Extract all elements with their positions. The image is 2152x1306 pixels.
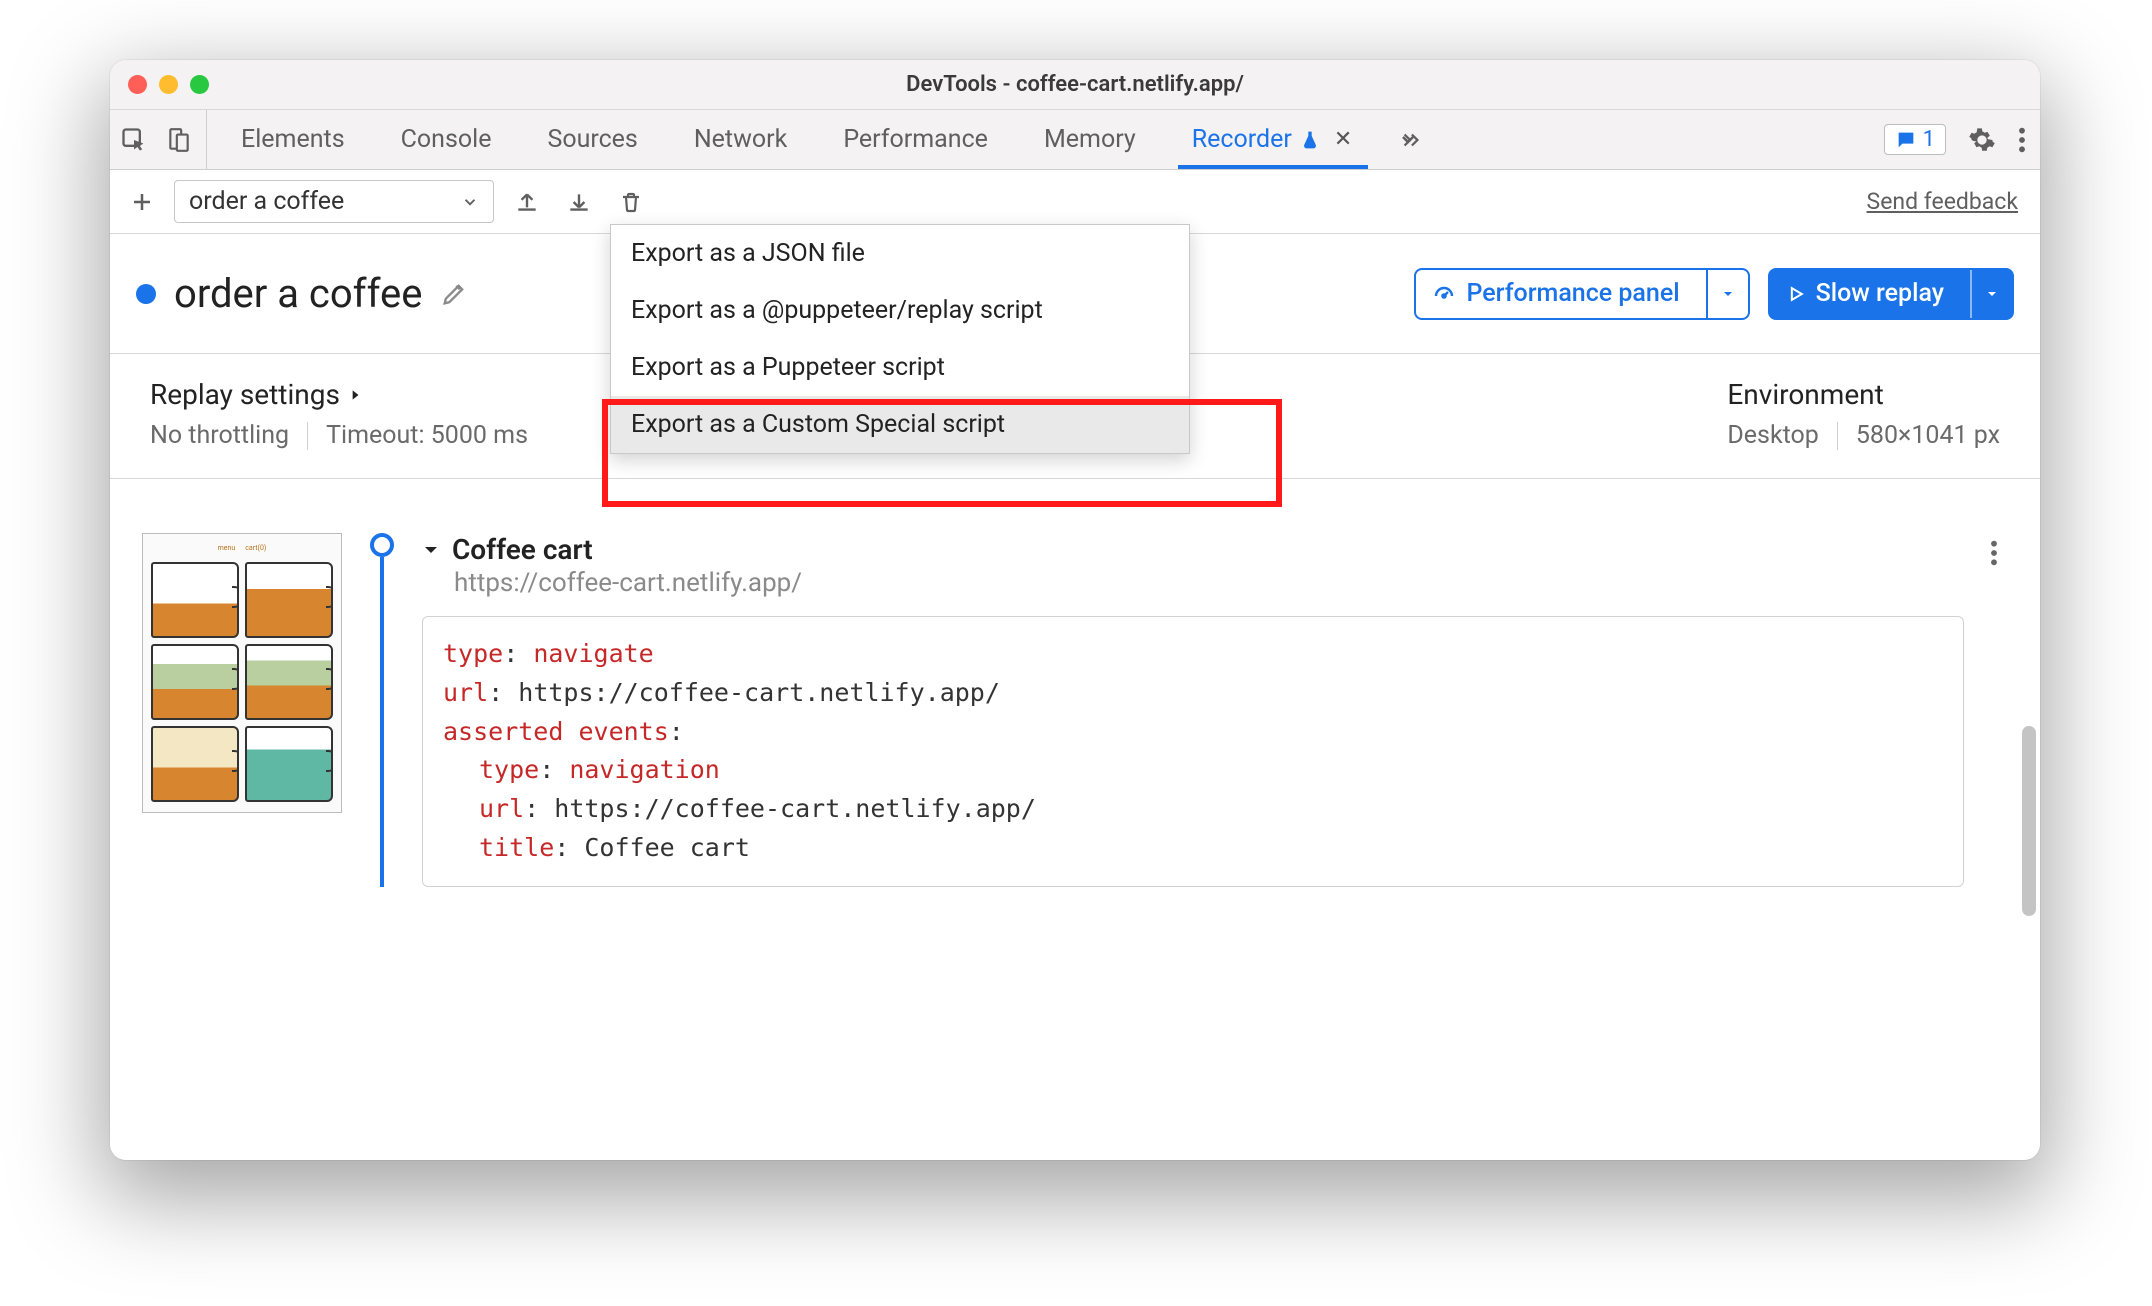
environment-title: Environment — [1727, 378, 2000, 411]
export-menu-item-puppeteer[interactable]: Export as a Puppeteer script — [611, 339, 1189, 396]
chevron-right-icon — [348, 386, 362, 404]
tab-memory[interactable]: Memory — [1016, 110, 1164, 169]
titlebar: DevTools - coffee-cart.netlify.app/ — [110, 60, 2040, 110]
export-menu-item-json[interactable]: Export as a JSON file — [611, 225, 1189, 282]
flask-icon — [1300, 129, 1320, 151]
slow-replay-button[interactable]: Slow replay — [1768, 268, 2014, 320]
issues-count: 1 — [1923, 127, 1935, 152]
slow-replay-caret[interactable] — [1970, 270, 2012, 318]
tab-recorder-label: Recorder — [1192, 125, 1292, 154]
divider — [1837, 422, 1838, 450]
send-feedback-link[interactable]: Send feedback — [1867, 188, 2018, 215]
kebab-icon[interactable] — [2018, 126, 2026, 154]
gauge-icon — [1432, 282, 1456, 306]
performance-panel-label: Performance panel — [1466, 279, 1679, 308]
throttle-value: No throttling — [150, 421, 289, 450]
recording-selector[interactable]: order a coffee — [174, 180, 494, 223]
chevron-down-icon — [461, 193, 479, 211]
timeout-value: Timeout: 5000 ms — [326, 421, 528, 450]
timeline — [366, 533, 398, 887]
step-details: type: navigate url: https://coffee-cart.… — [422, 616, 1964, 887]
tab-close-icon[interactable]: ✕ — [1334, 127, 1352, 152]
export-menu-item-puppeteer-replay[interactable]: Export as a @puppeteer/replay script — [611, 282, 1189, 339]
device-toggle-icon[interactable] — [166, 127, 192, 153]
step-menu-button[interactable] — [1990, 539, 1998, 567]
tab-console[interactable]: Console — [373, 110, 520, 169]
caret-down-icon — [422, 541, 440, 559]
window-maximize-button[interactable] — [190, 75, 209, 94]
inspect-icon[interactable] — [120, 126, 148, 154]
replay-settings-toggle[interactable]: Replay settings — [150, 378, 528, 411]
new-recording-button[interactable] — [124, 190, 160, 214]
more-tabs-button[interactable] — [1380, 110, 1438, 169]
import-button[interactable] — [508, 189, 546, 215]
edit-title-button[interactable] — [440, 280, 468, 308]
window-minimize-button[interactable] — [159, 75, 178, 94]
settings-icon[interactable] — [1968, 126, 1996, 154]
step-header[interactable]: Coffee cart — [422, 533, 1964, 566]
devtools-window: DevTools - coffee-cart.netlify.app/ Elem… — [110, 60, 2040, 1160]
issues-badge[interactable]: 1 — [1884, 124, 1946, 155]
recording-selector-label: order a coffee — [189, 187, 344, 216]
tab-performance[interactable]: Performance — [815, 110, 1016, 169]
device-value: Desktop — [1727, 421, 1818, 450]
step-thumbnail: menucart(0) — [142, 533, 342, 813]
tab-recorder[interactable]: Recorder ✕ — [1164, 110, 1381, 169]
scrollbar-thumb[interactable] — [2022, 726, 2036, 916]
export-button[interactable] — [560, 189, 598, 215]
slow-replay-label: Slow replay — [1816, 279, 1944, 308]
export-menu-item-custom[interactable]: Export as a Custom Special script — [611, 396, 1189, 453]
tab-network[interactable]: Network — [666, 110, 815, 169]
timeline-dot — [370, 533, 394, 557]
panel-tabstrip: Elements Console Sources Network Perform… — [110, 110, 2040, 170]
tab-sources[interactable]: Sources — [519, 110, 665, 169]
delete-button[interactable] — [612, 189, 650, 215]
window-close-button[interactable] — [128, 75, 147, 94]
replay-settings-label: Replay settings — [150, 378, 340, 411]
performance-panel-caret[interactable] — [1706, 270, 1748, 318]
step-url: https://coffee-cart.netlify.app/ — [454, 568, 1964, 598]
divider — [307, 422, 308, 450]
window-title: DevTools - coffee-cart.netlify.app/ — [110, 72, 2040, 97]
viewport-value: 580×1041 px — [1856, 421, 2000, 450]
tab-elements[interactable]: Elements — [213, 110, 373, 169]
recording-title: order a coffee — [174, 270, 422, 317]
recording-status-dot — [136, 284, 156, 304]
step-area: menucart(0) Coffee cart https://coffee-c… — [110, 479, 2040, 887]
performance-panel-button[interactable]: Performance panel — [1414, 268, 1749, 320]
step-title: Coffee cart — [452, 533, 593, 566]
export-menu: Export as a JSON file Export as a @puppe… — [610, 224, 1190, 454]
window-controls — [128, 75, 209, 94]
play-icon — [1786, 284, 1806, 304]
timeline-line — [380, 557, 384, 887]
